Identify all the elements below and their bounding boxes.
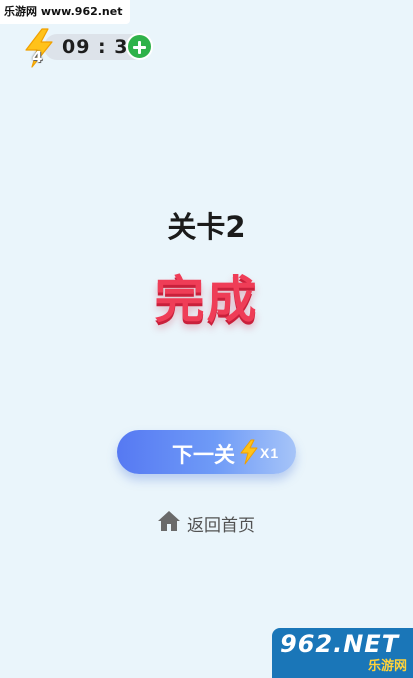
- next-level-label: 下一关: [172, 444, 235, 467]
- energy-count: 4: [32, 48, 43, 66]
- level-title: 关卡2: [167, 210, 246, 244]
- level-complete-text: 完成: [154, 271, 259, 329]
- return-home-label: 返回首页: [187, 516, 255, 536]
- watermark-logo: 962.NET 乐游网: [272, 628, 413, 678]
- next-level-button[interactable]: 下一关 X1: [117, 430, 296, 474]
- watermark-logo-subtext: 乐游网: [367, 659, 407, 674]
- watermark-logo-text: 962.NET: [280, 630, 400, 658]
- lightning-bolt-icon: [240, 439, 258, 465]
- add-energy-button[interactable]: [126, 33, 153, 60]
- energy-timer-widget: 4 09 : 39: [22, 28, 156, 68]
- return-home-button[interactable]: 返回首页: [157, 508, 267, 536]
- energy-cost: X1: [260, 445, 280, 461]
- watermark-top: 乐游网 www.962.net: [0, 0, 131, 24]
- home-icon: [158, 511, 180, 531]
